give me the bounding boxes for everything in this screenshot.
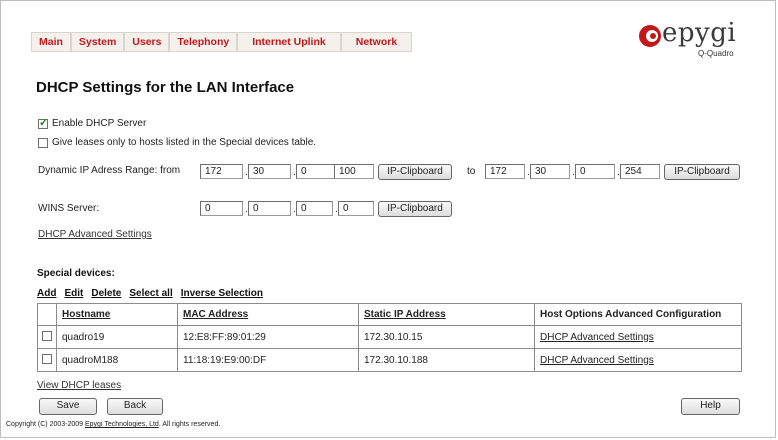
wins-label: WINS Server: <box>38 203 100 214</box>
table-header-row: Hostname MAC Address Static IP Address H… <box>37 303 742 326</box>
select-column-header <box>37 303 57 326</box>
table-row: quadro19 12:E8:FF:89:01:29 172.30.10.15 … <box>37 325 742 349</box>
range-to-octet-2[interactable]: 30 <box>530 164 570 179</box>
nav-network[interactable]: Network <box>340 32 413 52</box>
ip-cell: 172.30.10.188 <box>358 348 535 372</box>
help-button[interactable]: Help <box>681 398 740 415</box>
nav-users[interactable]: Users <box>124 32 170 52</box>
range-from-octet-3[interactable]: 0 <box>296 164 339 179</box>
nav-internet-uplink[interactable]: Internet Uplink <box>237 32 341 52</box>
wins-octet-2[interactable]: 0 <box>248 201 291 216</box>
copyright-footer: Copyright (C) 2003-2009 Epygi Technologi… <box>6 421 220 428</box>
range-from-ip-clipboard-button[interactable]: IP-Clipboard <box>378 164 452 180</box>
hostname-cell: quadroM188 <box>56 348 178 372</box>
copyright-suffix: . All rights reserved. <box>158 421 221 428</box>
range-to-octet-3[interactable]: 0 <box>575 164 615 179</box>
leases-only-label: Give leases only to hosts listed in the … <box>52 137 317 148</box>
wins-octet-3[interactable]: 0 <box>296 201 333 216</box>
enable-dhcp-row: Enable DHCP Server <box>38 116 147 129</box>
copyright-prefix: Copyright (C) 2003-2009 <box>6 421 84 428</box>
special-devices-table: Hostname MAC Address Static IP Address H… <box>37 303 742 372</box>
leases-only-row: Give leases only to hosts listed in the … <box>38 137 316 148</box>
row-checkbox[interactable] <box>42 330 52 341</box>
range-from-octet-2[interactable]: 30 <box>248 164 291 179</box>
range-to-ip-clipboard-button[interactable]: IP-Clipboard <box>664 164 740 180</box>
special-devices-title: Special devices: <box>37 268 115 279</box>
nav-telephony[interactable]: Telephony <box>169 32 238 52</box>
advanced-cell: DHCP Advanced Settings <box>534 348 742 372</box>
row-advanced-settings-link[interactable]: DHCP Advanced Settings <box>540 355 654 366</box>
epygi-logo: epygi Q-Quadro <box>638 18 748 60</box>
back-button[interactable]: Back <box>107 398 163 415</box>
page-title: DHCP Settings for the LAN Interface <box>36 79 295 96</box>
range-label: Dynamic IP Adress Range: from <box>38 165 181 176</box>
advanced-cell: DHCP Advanced Settings <box>534 325 742 349</box>
special-devices-actions: Add Edit Delete Select all Inverse Selec… <box>37 288 263 299</box>
nav-main[interactable]: Main <box>31 32 71 52</box>
wins-octet-4[interactable]: 0 <box>338 201 374 216</box>
row-select-cell <box>37 325 57 349</box>
row-checkbox[interactable] <box>42 353 52 364</box>
range-from-octet-1[interactable]: 172 <box>200 164 243 179</box>
range-to-octet-1[interactable]: 172 <box>485 164 525 179</box>
logo-wordmark: epygi <box>662 18 737 48</box>
static-ip-header[interactable]: Static IP Address <box>358 303 535 326</box>
select-all-link[interactable]: Select all <box>129 288 172 299</box>
leases-only-checkbox[interactable] <box>38 137 48 148</box>
save-button[interactable]: Save <box>39 398 97 415</box>
table-row: quadroM188 11:18:19:E9:00:DF 172.30.10.1… <box>37 348 742 372</box>
row-advanced-settings-link[interactable]: DHCP Advanced Settings <box>540 332 654 343</box>
main-nav: Main System Users Telephony Internet Upl… <box>31 32 413 52</box>
mac-cell: 11:18:19:E9:00:DF <box>177 348 359 372</box>
enable-dhcp-checkbox[interactable] <box>38 116 48 129</box>
logo-model: Q-Quadro <box>698 49 734 58</box>
range-from-octet-4[interactable]: 100 <box>334 164 374 179</box>
dhcp-advanced-settings-link[interactable]: DHCP Advanced Settings <box>38 229 152 240</box>
inverse-selection-link[interactable]: Inverse Selection <box>181 288 263 299</box>
epygi-company-link[interactable]: Epygi Technologies, Ltd <box>85 421 159 428</box>
view-dhcp-leases-link[interactable]: View DHCP leases <box>37 380 121 391</box>
edit-link[interactable]: Edit <box>64 288 83 299</box>
mac-address-header[interactable]: MAC Address <box>177 303 359 326</box>
mac-cell: 12:E8:FF:89:01:29 <box>177 325 359 349</box>
delete-link[interactable]: Delete <box>91 288 121 299</box>
add-link[interactable]: Add <box>37 288 56 299</box>
row-select-cell <box>37 348 57 372</box>
wins-ip-clipboard-button[interactable]: IP-Clipboard <box>378 201 452 217</box>
epygi-logo-icon <box>639 25 661 47</box>
enable-dhcp-label: Enable DHCP Server <box>52 118 147 129</box>
page-frame <box>0 0 776 438</box>
nav-system[interactable]: System <box>70 32 125 52</box>
range-to-label: to <box>467 166 476 177</box>
range-to-octet-4[interactable]: 254 <box>620 164 660 179</box>
ip-cell: 172.30.10.15 <box>358 325 535 349</box>
hostname-header[interactable]: Hostname <box>56 303 178 326</box>
wins-octet-1[interactable]: 0 <box>200 201 243 216</box>
host-options-header: Host Options Advanced Configuration <box>534 303 742 326</box>
hostname-cell: quadro19 <box>56 325 178 349</box>
